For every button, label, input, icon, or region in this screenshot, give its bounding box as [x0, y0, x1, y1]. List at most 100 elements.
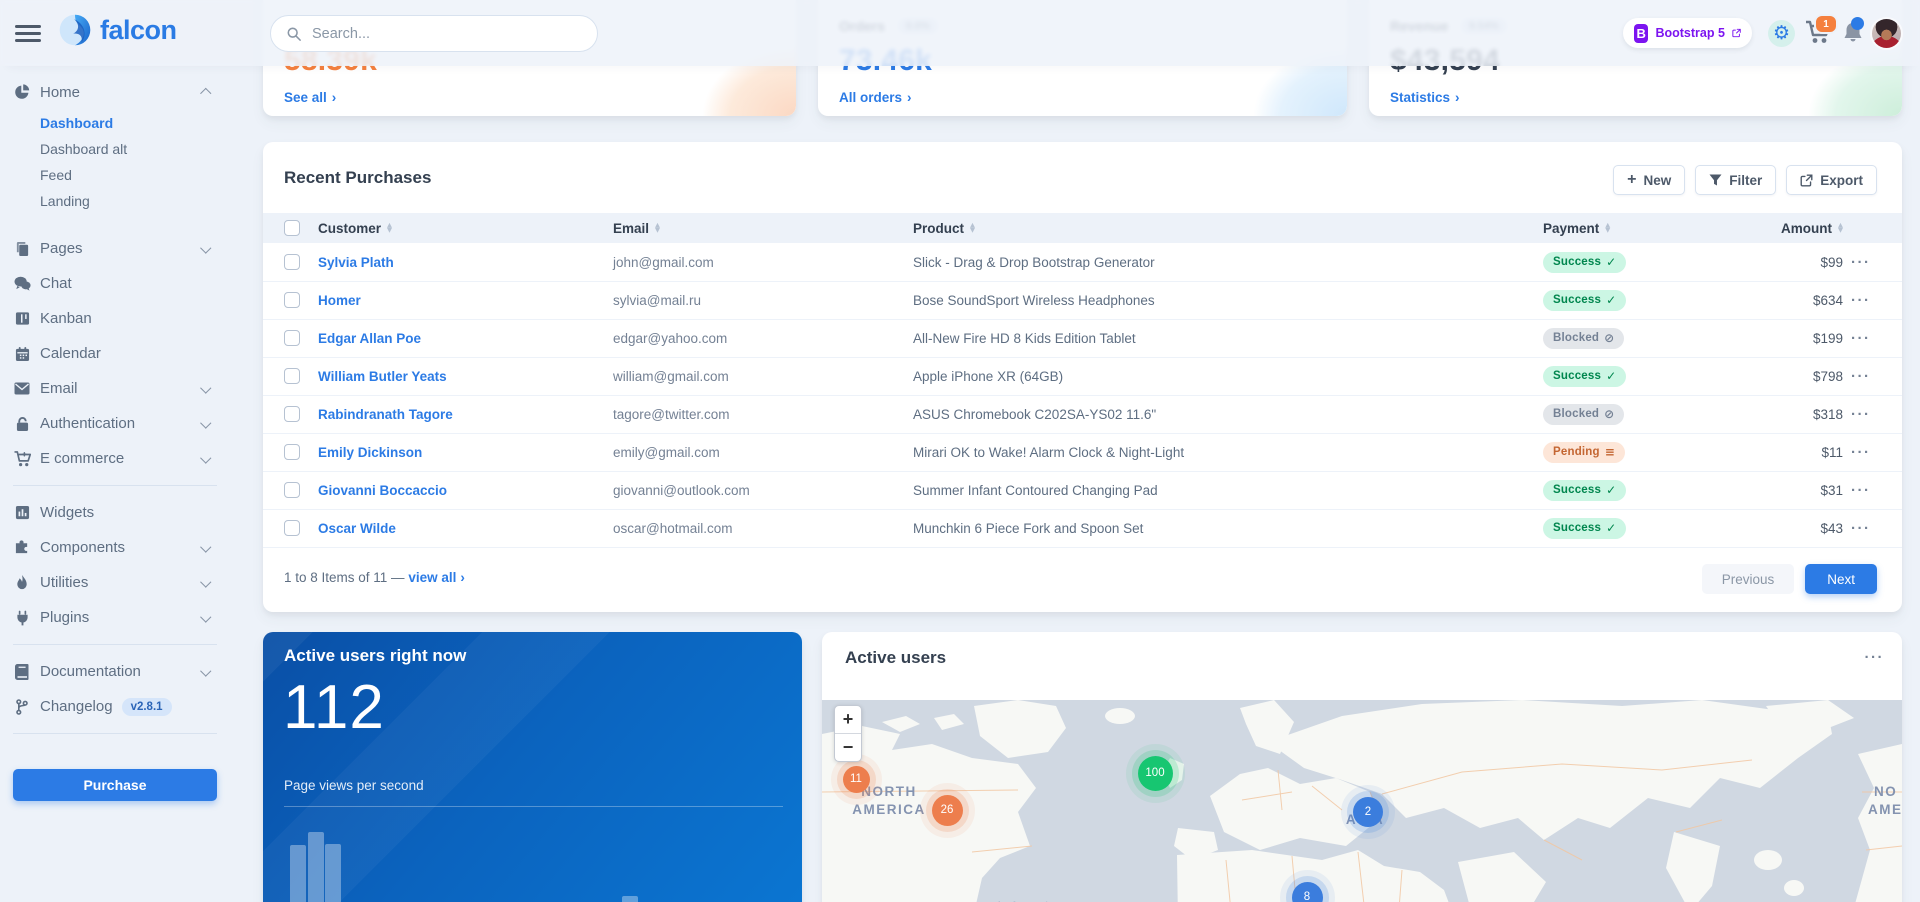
row-checkbox[interactable] [284, 482, 300, 498]
customer-link[interactable]: Giovanni Boccaccio [318, 483, 447, 498]
sidebar-item-pages[interactable]: Pages [13, 231, 217, 266]
export-button[interactable]: Export [1786, 165, 1877, 195]
sidebar-item-landing[interactable]: Landing [13, 188, 217, 214]
amount-cell: $318 [1703, 395, 1843, 433]
new-button[interactable]: New [1613, 165, 1685, 195]
sidebar-item-changelog[interactable]: Changelog v2.8.1 [13, 689, 217, 724]
row-checkbox[interactable] [284, 368, 300, 384]
sort-icon[interactable] [655, 223, 660, 232]
sort-icon[interactable] [1838, 223, 1843, 232]
sidebar-item-email[interactable]: Email [13, 371, 217, 406]
column-header-customer[interactable]: Customer [318, 221, 381, 236]
row-actions-button[interactable] [1851, 331, 1871, 346]
sidebar-item-dashboard-alt[interactable]: Dashboard alt [13, 136, 217, 162]
chevron-down-icon [200, 452, 211, 463]
column-header-amount[interactable]: Amount [1781, 221, 1832, 236]
table-row: Sylvia Plathjohn@gmail.comSlick - Drag &… [263, 243, 1902, 282]
customer-link[interactable]: Rabindranath Tagore [318, 407, 453, 422]
row-actions-button[interactable] [1851, 293, 1871, 308]
select-all-checkbox[interactable] [284, 220, 300, 236]
payment-status-badge: Success [1543, 518, 1626, 539]
customer-link[interactable]: William Butler Yeats [318, 369, 447, 384]
payment-status-badge: Success [1543, 366, 1626, 387]
row-checkbox[interactable] [284, 292, 300, 308]
settings-button[interactable]: ⚙ [1768, 20, 1795, 47]
sidebar-item-label: Authentication [40, 415, 135, 432]
previous-button[interactable]: Previous [1702, 564, 1795, 594]
row-actions-button[interactable] [1851, 483, 1871, 498]
row-actions-button[interactable] [1851, 407, 1871, 422]
cart-button[interactable]: 1 [1805, 20, 1831, 49]
customer-link[interactable]: Homer [318, 293, 361, 308]
all-orders-link[interactable]: All orders [839, 90, 912, 105]
filter-button[interactable]: Filter [1695, 165, 1776, 195]
sort-icon[interactable] [387, 223, 392, 232]
sidebar-item-plugins[interactable]: Plugins [13, 600, 217, 635]
row-checkbox[interactable] [284, 254, 300, 270]
chevron-down-icon [200, 611, 211, 622]
sidebar: Home Dashboard Dashboard alt Feed Landin… [0, 74, 230, 801]
falcon-logo[interactable]: falcon [57, 12, 177, 48]
customer-link[interactable]: Emily Dickinson [318, 445, 422, 460]
next-button[interactable]: Next [1805, 564, 1877, 594]
row-checkbox[interactable] [284, 406, 300, 422]
row-checkbox[interactable] [284, 444, 300, 460]
zoom-out-button[interactable]: − [835, 734, 861, 761]
row-actions-button[interactable] [1851, 255, 1871, 270]
customer-link[interactable]: Sylvia Plath [318, 255, 394, 270]
row-actions-button[interactable] [1851, 521, 1871, 536]
sidebar-item-utilities[interactable]: Utilities [13, 565, 217, 600]
map-marker[interactable]: 100 [1138, 756, 1173, 791]
row-checkbox[interactable] [284, 330, 300, 346]
column-header-product[interactable]: Product [913, 221, 964, 236]
sidebar-item-label: Home [40, 84, 80, 101]
sort-icon[interactable] [1605, 223, 1610, 232]
sort-icon[interactable] [970, 223, 975, 232]
see-all-link[interactable]: See all [284, 90, 336, 105]
customer-link[interactable]: Edgar Allan Poe [318, 331, 421, 346]
sidebar-divider [13, 733, 217, 734]
sidebar-item-chat[interactable]: Chat [13, 266, 217, 301]
amount-cell: $634 [1703, 281, 1843, 319]
active-users-count: 112 [283, 672, 385, 743]
amount-cell: $99 [1703, 243, 1843, 281]
column-header-email[interactable]: Email [613, 221, 649, 236]
cart-count-badge: 1 [1814, 14, 1838, 34]
purchase-button[interactable]: Purchase [13, 769, 217, 801]
user-avatar[interactable] [1872, 19, 1901, 48]
puzzle-piece-icon [13, 540, 31, 555]
zoom-in-button[interactable]: + [835, 706, 861, 734]
sidebar-item-documentation[interactable]: Documentation [13, 654, 217, 689]
sidebar-item-components[interactable]: Components [13, 530, 217, 565]
statistics-link[interactable]: Statistics [1390, 90, 1460, 105]
map-marker[interactable]: 2 [1353, 797, 1383, 827]
product-cell: Bose SoundSport Wireless Headphones [913, 281, 1155, 319]
table-row: William Butler Yeatswilliam@gmail.comApp… [263, 357, 1902, 396]
customer-link[interactable]: Oscar Wilde [318, 521, 396, 536]
column-header-payment[interactable]: Payment [1543, 221, 1599, 236]
row-checkbox[interactable] [284, 520, 300, 536]
copy-icon [13, 241, 31, 257]
bootstrap-version-badge[interactable]: B Bootstrap 5 [1623, 18, 1752, 48]
sidebar-item-kanban[interactable]: Kanban [13, 301, 217, 336]
sidebar-item-feed[interactable]: Feed [13, 162, 217, 188]
sidebar-item-calendar[interactable]: Calendar [13, 336, 217, 371]
map-marker[interactable]: 26 [932, 795, 963, 826]
filter-button-label: Filter [1729, 173, 1762, 188]
sidebar-item-ecommerce[interactable]: E commerce [13, 441, 217, 476]
search-input[interactable] [310, 25, 584, 43]
hamburger-menu-icon[interactable] [15, 25, 41, 47]
sidebar-item-dashboard[interactable]: Dashboard [13, 110, 217, 136]
sidebar-item-home[interactable]: Home [13, 74, 217, 110]
card-menu-button[interactable] [1865, 650, 1885, 665]
row-actions-button[interactable] [1851, 445, 1871, 460]
map-marker[interactable]: 11 [843, 766, 870, 793]
row-actions-button[interactable] [1851, 369, 1871, 384]
search-bar[interactable] [270, 15, 598, 52]
map-canvas[interactable]: NORTH AMERICA ASIA NO AME Atlantic + − 1… [822, 700, 1902, 902]
falcon-logo-icon [57, 12, 93, 48]
sidebar-item-widgets[interactable]: Widgets [13, 495, 217, 530]
view-all-link[interactable]: view all [408, 570, 465, 585]
notifications-button[interactable] [1842, 21, 1864, 50]
sidebar-item-authentication[interactable]: Authentication [13, 406, 217, 441]
